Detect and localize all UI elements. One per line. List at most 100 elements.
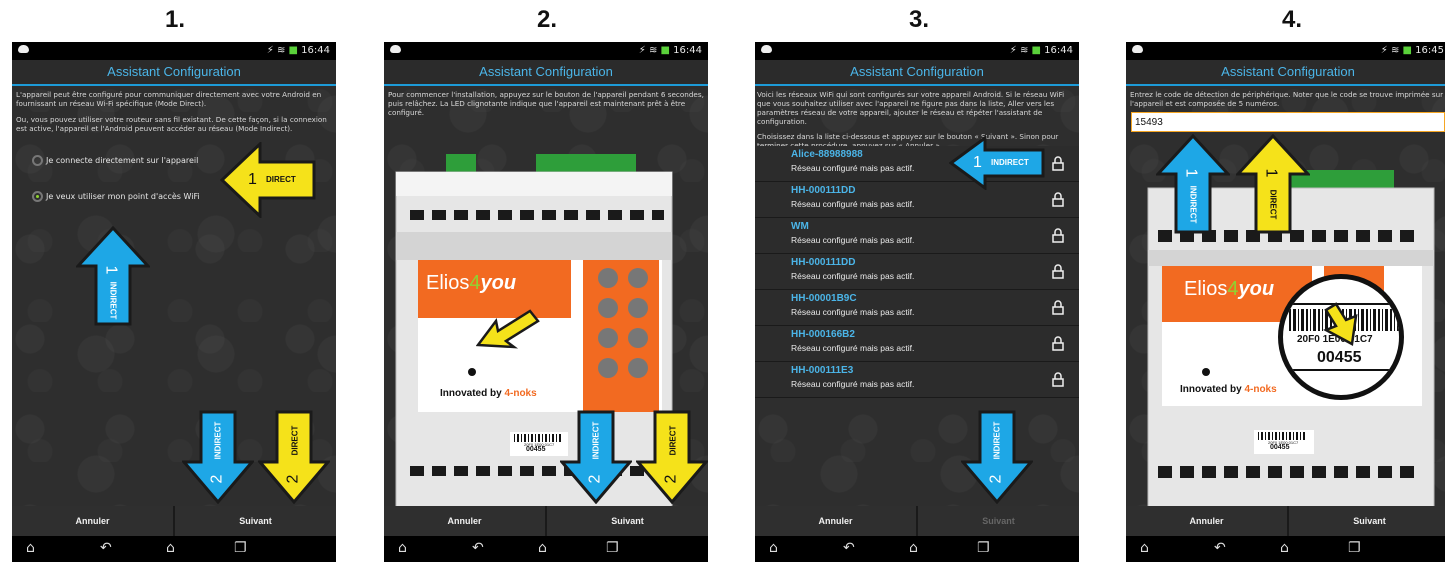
list-item[interactable]: HH-000166B2 Réseau configuré mais pas ac…	[755, 326, 1079, 362]
direct-arrow-2: DIRECT 2	[258, 410, 330, 504]
app-title: Assistant Configuration	[755, 60, 1079, 86]
clock: 16:44	[1044, 45, 1073, 56]
indirect-arrow-1: 1 INDIRECT	[1156, 134, 1230, 234]
device-code-input[interactable]: 15493	[1131, 112, 1445, 132]
network-name: HH-000111DD	[791, 257, 856, 268]
intro-text: Pour commencer l'installation, appuyez s…	[388, 90, 704, 124]
next-button[interactable]: Suivant	[918, 506, 1079, 536]
status-bar: ⚡ ≋ ■ 16:44	[12, 42, 336, 60]
cancel-button[interactable]: Annuler	[755, 506, 916, 536]
arrow-label: DIRECT	[266, 175, 296, 184]
step-number-1: 1.	[164, 6, 185, 33]
next-button[interactable]: Suivant	[1289, 506, 1445, 536]
radio-label: Je veux utiliser mon point d'accès WiFi	[46, 192, 200, 201]
cancel-button[interactable]: Annuler	[12, 506, 173, 536]
radio-button-checked[interactable]	[32, 191, 43, 202]
intro-paragraph-indirect: Ou, vous pouvez utiliser votre routeur s…	[16, 115, 327, 133]
home-icon[interactable]: ⌂	[538, 540, 547, 556]
cancel-button[interactable]: Annuler	[384, 506, 545, 536]
battery-icon: ■	[1031, 45, 1041, 56]
back-icon[interactable]: ↶	[843, 540, 855, 556]
clock: 16:45	[1415, 45, 1444, 56]
nav-bar: ⌂ ↶ ⌂ ❐	[1126, 536, 1445, 562]
device-brand: Elios4you	[426, 272, 517, 294]
divider	[1283, 369, 1399, 371]
home-icon[interactable]: ⌂	[909, 540, 918, 556]
button-bar: Annuler Suivant	[1126, 506, 1445, 536]
notification-icon	[390, 45, 401, 53]
nav-bar: ⌂ ↶ ⌂ ❐	[12, 536, 336, 562]
network-name: Alice-88988988	[791, 149, 863, 160]
intro-paragraph: Voici les réseaux WiFi qui sont configur…	[757, 90, 1065, 126]
network-name: WM	[791, 221, 809, 232]
home-up-icon[interactable]: ⌂	[398, 540, 407, 556]
direct-arrow-1: 1 DIRECT	[1236, 134, 1310, 234]
cancel-button[interactable]: Annuler	[1126, 506, 1287, 536]
step-number-4: 4.	[1281, 6, 1302, 33]
arrow-label: DIRECT	[668, 425, 678, 456]
back-icon[interactable]: ↶	[1214, 540, 1226, 556]
lock-icon	[1052, 228, 1064, 243]
nav-bar: ⌂ ↶ ⌂ ❐	[384, 536, 708, 562]
home-up-icon[interactable]: ⌂	[1140, 540, 1149, 556]
arrow-label: DIRECT	[1268, 189, 1278, 220]
next-button[interactable]: Suivant	[175, 506, 336, 536]
device-label-code: 00455	[1270, 444, 1290, 451]
lock-icon	[1052, 372, 1064, 387]
network-name: HH-000111E3	[791, 365, 854, 376]
network-status: Réseau configuré mais pas actif.	[791, 271, 915, 281]
back-icon[interactable]: ↶	[100, 540, 112, 556]
network-status: Réseau configuré mais pas actif.	[791, 235, 915, 245]
arrow-number: 2	[987, 474, 1005, 484]
list-item[interactable]: HH-000111DD Réseau configuré mais pas ac…	[755, 254, 1079, 290]
home-icon[interactable]: ⌂	[166, 540, 175, 556]
home-up-icon[interactable]: ⌂	[26, 540, 35, 556]
lock-icon	[1052, 156, 1064, 171]
recent-apps-icon[interactable]: ❐	[1348, 540, 1361, 556]
indirect-arrow-2: INDIRECT 2	[560, 410, 632, 504]
clock: 16:44	[301, 45, 330, 56]
home-up-icon[interactable]: ⌂	[769, 540, 778, 556]
network-status: Réseau configuré mais pas actif.	[791, 199, 915, 209]
home-icon[interactable]: ⌂	[1280, 540, 1289, 556]
lock-icon	[1052, 336, 1064, 351]
network-status: Réseau configuré mais pas actif.	[791, 307, 915, 317]
arrow-number: 1	[1182, 168, 1200, 178]
barcode-code: 00455	[1317, 349, 1362, 366]
list-item[interactable]: WM Réseau configuré mais pas actif.	[755, 218, 1079, 254]
radio-button[interactable]	[32, 155, 43, 166]
radio-option-indirect[interactable]: Je veux utiliser mon point d'accès WiFi	[32, 191, 200, 202]
recent-apps-icon[interactable]: ❐	[606, 540, 619, 556]
intro-paragraph-direct: L'appareil peut être configuré pour comm…	[16, 90, 322, 108]
network-status: Réseau configuré mais pas actif.	[791, 379, 915, 389]
recent-apps-icon[interactable]: ❐	[234, 540, 247, 556]
status-icons: ⚡ ≋ ■ 16:44	[638, 45, 702, 56]
notification-icon	[761, 45, 772, 53]
network-name: HH-000166B2	[791, 329, 855, 340]
lock-icon	[1052, 192, 1064, 207]
step-number-2: 2.	[536, 6, 557, 33]
notification-icon	[1132, 45, 1143, 53]
recent-apps-icon[interactable]: ❐	[977, 540, 990, 556]
next-button[interactable]: Suivant	[547, 506, 708, 536]
indirect-arrow-1: 1 INDIRECT	[949, 136, 1045, 190]
status-icons: ⚡ ≋ ■ 16:44	[1009, 45, 1073, 56]
network-status: Réseau configuré mais pas actif.	[791, 343, 915, 353]
back-icon[interactable]: ↶	[472, 540, 484, 556]
status-bar: ⚡ ≋ ■ 16:45	[1126, 42, 1445, 60]
device-label-code: 00455	[526, 446, 546, 453]
arrow-label: INDIRECT	[1188, 185, 1198, 224]
arrow-number: 2	[662, 474, 680, 484]
arrow-number: 1	[102, 265, 120, 275]
barcode-pointer-arrow	[1322, 302, 1368, 346]
network-status: Réseau configuré mais pas actif.	[791, 163, 915, 173]
arrow-label: INDIRECT	[991, 158, 1029, 167]
list-item[interactable]: HH-00001B9C Réseau configuré mais pas ac…	[755, 290, 1079, 326]
app-title: Assistant Configuration	[12, 60, 336, 86]
intro-paragraph: Pour commencer l'installation, appuyez s…	[388, 90, 704, 117]
radio-option-direct[interactable]: Je connecte directement sur l'appareil	[32, 155, 198, 166]
device-tagline: Innovated by 4-noks	[1180, 384, 1277, 395]
arrow-label: INDIRECT	[108, 281, 118, 320]
list-item[interactable]: HH-000111E3 Réseau configuré mais pas ac…	[755, 362, 1079, 398]
phone-screen-2: ⚡ ≋ ■ 16:44 Assistant Configuration Pour…	[384, 42, 708, 562]
